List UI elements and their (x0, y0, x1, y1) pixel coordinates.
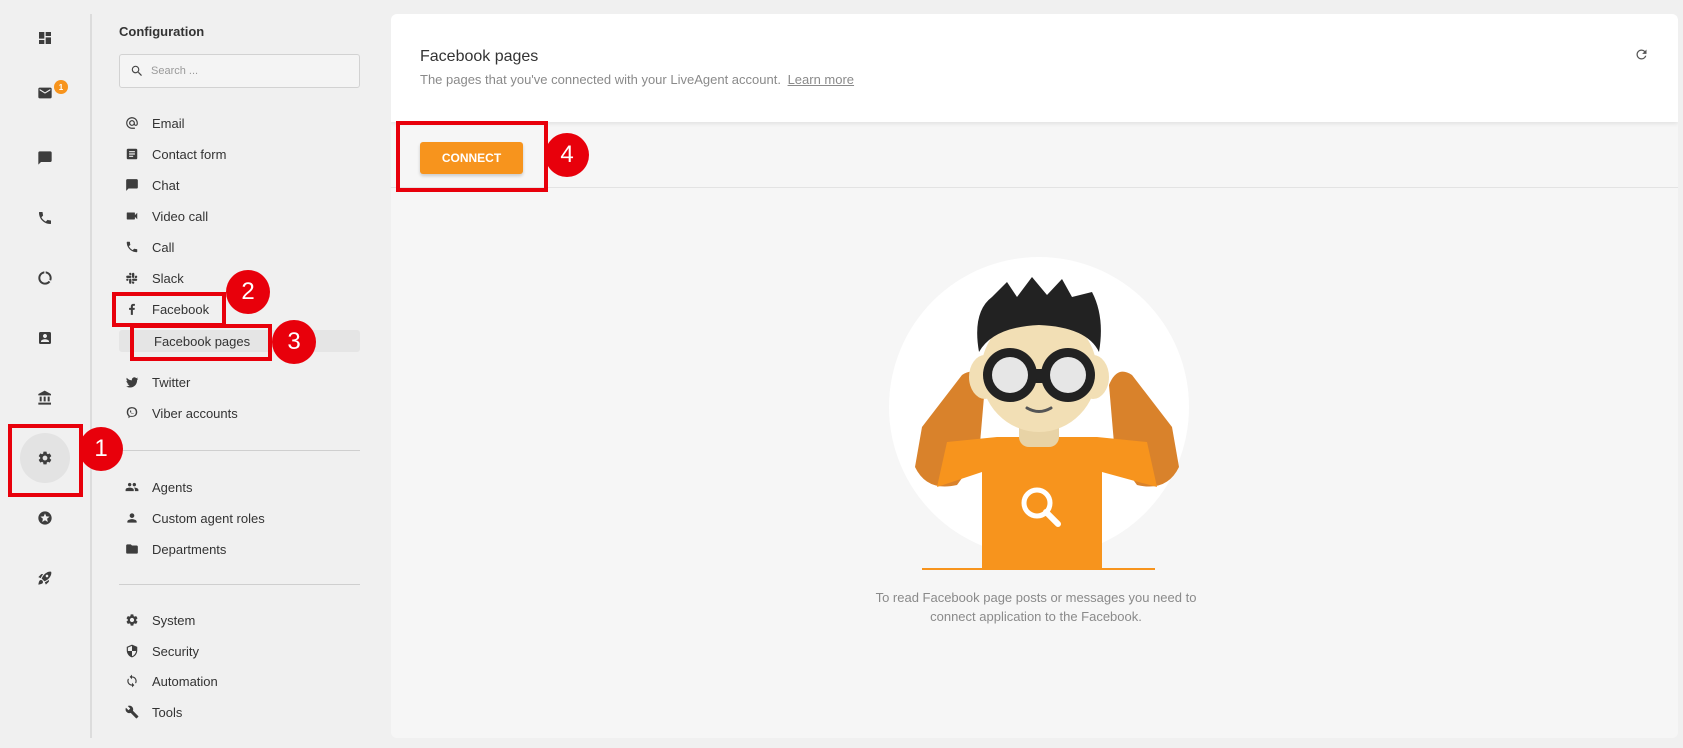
binoculars-illustration (889, 257, 1189, 570)
rail-tickets[interactable]: 1 (20, 68, 70, 118)
menu-divider (119, 584, 360, 585)
rail-chats[interactable] (20, 133, 70, 183)
dashboard-icon (39, 32, 51, 44)
search-icon (131, 65, 142, 76)
menu-item-chat[interactable]: Chat (124, 173, 179, 197)
menu-item-video-call[interactable]: Video call (124, 204, 208, 228)
unread-badge: 1 (54, 80, 68, 94)
gear-icon (124, 612, 140, 628)
menu-item-twitter[interactable]: Twitter (124, 370, 190, 394)
chat-icon (124, 177, 140, 193)
annotation-badge-3: 3 (272, 320, 316, 364)
menu-item-security[interactable]: Security (124, 639, 199, 663)
menu-item-label: Chat (152, 177, 180, 193)
menu-item-label: Contact form (152, 146, 227, 162)
menu-item-contact-form[interactable]: Contact form (124, 142, 226, 166)
menu-item-viber-accounts[interactable]: Viber accounts (124, 401, 238, 425)
annotation-box-2 (112, 292, 226, 327)
annotation-badge-4: 4 (545, 133, 589, 177)
at-icon (124, 115, 140, 131)
mail-icon (38, 87, 52, 99)
annotation-box-3 (130, 324, 272, 361)
menu-item-label: Agents (152, 479, 193, 495)
rail-divider (90, 14, 92, 738)
folder-icon (124, 541, 140, 557)
contacts-icon (39, 332, 51, 344)
empty-state-text: To read Facebook page posts or messages … (875, 590, 1197, 624)
agents-icon (124, 479, 140, 495)
menu-item-automation[interactable]: Automation (124, 669, 218, 693)
panel-header: Facebook pages The pages that you've con… (391, 14, 1678, 122)
video-icon (124, 208, 140, 224)
form-icon (124, 146, 140, 162)
menu-item-agents[interactable]: Agents (124, 475, 192, 499)
rail-dashboard[interactable] (20, 13, 70, 63)
menu-item-label: Email (152, 115, 185, 131)
rail-plugins[interactable] (20, 493, 70, 543)
page-subtitle: The pages that you've connected with you… (420, 72, 854, 87)
page-title: Facebook pages (420, 48, 539, 65)
rail-calls[interactable] (20, 193, 70, 243)
menu-item-label: Automation (152, 673, 218, 689)
viber-icon (124, 405, 140, 421)
slack-icon (124, 270, 140, 286)
annotation-badge-1: 1 (79, 427, 123, 471)
menu-item-label: Video call (152, 208, 209, 224)
menu-item-custom-agent-roles[interactable]: Custom agent roles (124, 506, 265, 530)
chat-icon (38, 151, 52, 165)
icon-rail: 1 (0, 0, 90, 748)
menu-item-label: Twitter (152, 374, 191, 390)
menu-title: Configuration (119, 24, 205, 39)
menu-item-label: Security (152, 643, 199, 659)
person-icon (124, 510, 140, 526)
menu-item-label: Viber accounts (152, 405, 238, 421)
search-box[interactable] (119, 54, 360, 88)
sync-icon (124, 673, 140, 689)
menu-item-tools[interactable]: Tools (124, 700, 182, 724)
shield-icon (124, 643, 140, 659)
learn-more-link[interactable]: Learn more (788, 72, 854, 87)
rail-contacts[interactable] (20, 313, 70, 363)
twitter-icon (124, 374, 140, 390)
rail-getting-started[interactable] (20, 553, 70, 603)
annotation-badge-2: 2 (226, 270, 270, 314)
rail-reports[interactable] (20, 253, 70, 303)
menu-item-label: Custom agent roles (152, 510, 265, 526)
phone-icon (124, 239, 140, 255)
refresh-button[interactable] (1631, 44, 1651, 64)
rail-knowledgebase[interactable] (20, 373, 70, 423)
menu-item-slack[interactable]: Slack (124, 266, 184, 290)
reports-icon (38, 271, 52, 285)
configuration-menu: Configuration Email Contact form Chat Vi… (118, 0, 360, 748)
annotation-box-1 (8, 424, 83, 497)
menu-item-label: Slack (152, 270, 184, 286)
menu-item-label: Call (152, 239, 175, 255)
refresh-icon (1636, 49, 1646, 59)
menu-item-label: System (152, 612, 196, 628)
annotation-box-4 (396, 121, 548, 192)
subtitle-text: The pages that you've connected with you… (420, 72, 781, 87)
menu-item-call[interactable]: Call (124, 235, 174, 259)
menu-divider (119, 450, 360, 451)
menu-item-system[interactable]: System (124, 608, 195, 632)
main-panel: Facebook pages The pages that you've con… (391, 14, 1678, 738)
toolbar-divider (391, 187, 1678, 188)
phone-icon (39, 212, 51, 224)
menu-item-departments[interactable]: Departments (124, 537, 226, 561)
wrench-icon (124, 704, 140, 720)
menu-item-email[interactable]: Email (124, 111, 185, 135)
star-icon (38, 511, 52, 525)
search-input[interactable] (151, 65, 351, 77)
rocket-icon (38, 571, 52, 585)
menu-item-label: Tools (152, 704, 183, 720)
menu-item-label: Departments (152, 541, 227, 557)
knowledgebase-icon (38, 390, 51, 405)
